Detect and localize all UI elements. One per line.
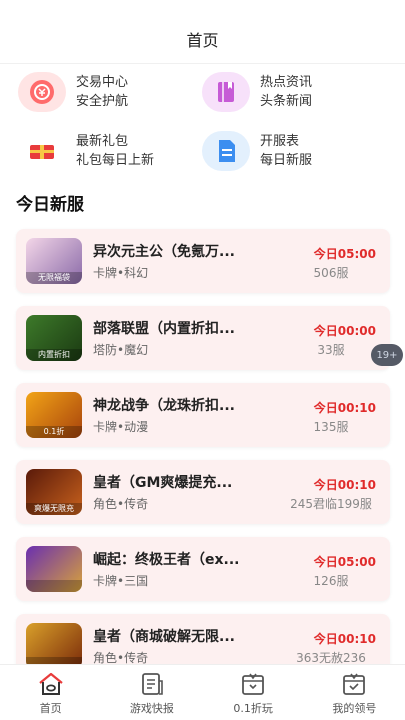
game-card[interactable]: 爽爆无限充 皇者（GM爽爆提充... 角色•传奇 今日00:10 245君临19… bbox=[16, 460, 390, 524]
tab-game-report[interactable]: 游戏快报 bbox=[101, 665, 202, 720]
quick-link-server-schedule[interactable]: 开服表 每日新服 bbox=[202, 131, 312, 171]
game-tags: 角色•传奇 bbox=[93, 497, 149, 511]
new-server-list: 无限福袋 异次元主公（免氪万... 卡牌•科幻 今日05:00 506服 内置折… bbox=[16, 229, 390, 691]
game-card[interactable]: 无限福袋 异次元主公（免氪万... 卡牌•科幻 今日05:00 506服 bbox=[16, 229, 390, 293]
server-name: 245君临199服 bbox=[290, 497, 372, 511]
report-icon bbox=[141, 673, 163, 695]
server-name: 135服 bbox=[313, 420, 349, 434]
home-icon bbox=[38, 672, 63, 695]
game-card[interactable]: 内置折扣 部落联盟（内置折扣... 塔防•魔幻 今日00:00 33服 bbox=[16, 306, 390, 370]
open-time: 今日05:00 bbox=[313, 247, 376, 261]
server-name: 126服 bbox=[313, 574, 349, 588]
floating-age-badge[interactable]: 19+ bbox=[371, 344, 403, 366]
game-name: 崛起：终极王者（ex... bbox=[93, 552, 240, 568]
news-icon bbox=[202, 72, 250, 112]
game-thumbnail bbox=[26, 623, 82, 669]
page-title: 首页 bbox=[186, 30, 219, 50]
game-thumbnail bbox=[26, 546, 82, 592]
quick-link-subtitle: 安全护航 bbox=[76, 94, 129, 109]
thumbnail-caption: 0.1折 bbox=[26, 426, 82, 438]
app-header: 首页 bbox=[0, 0, 405, 64]
trade-icon bbox=[18, 72, 66, 112]
quick-links: 交易中心 安全护航 热点资讯 头条新闻 最新礼包 礼包每日上新 开服表 每日新服 bbox=[0, 66, 405, 181]
claim-box-icon bbox=[343, 673, 366, 695]
game-name: 异次元主公（免氪万... bbox=[93, 244, 235, 260]
game-card[interactable]: 崛起：终极王者（ex... 卡牌•三国 今日05:00 126服 bbox=[16, 537, 390, 601]
game-thumbnail: 0.1折 bbox=[26, 392, 82, 438]
game-name: 皇者（商城破解无限... bbox=[93, 629, 235, 645]
tab-label: 首页 bbox=[39, 702, 62, 715]
game-tags: 塔防•魔幻 bbox=[93, 343, 149, 357]
quick-link-latest-gifts[interactable]: 最新礼包 礼包每日上新 bbox=[18, 131, 154, 171]
quick-link-subtitle: 礼包每日上新 bbox=[76, 153, 155, 168]
quick-link-title: 开服表 bbox=[260, 134, 300, 149]
game-tags: 卡牌•三国 bbox=[93, 574, 149, 588]
tab-label: 我的领号 bbox=[332, 702, 377, 715]
game-name: 皇者（GM爽爆提充... bbox=[93, 475, 233, 491]
open-time: 今日00:10 bbox=[313, 632, 376, 646]
thumbnail-caption: 爽爆无限充 bbox=[26, 503, 82, 515]
server-name: 33服 bbox=[317, 343, 345, 357]
game-name: 神龙战争（龙珠折扣... bbox=[93, 398, 235, 414]
game-thumbnail: 无限福袋 bbox=[26, 238, 82, 284]
game-thumbnail: 内置折扣 bbox=[26, 315, 82, 361]
section-title: 今日新服 bbox=[16, 195, 84, 215]
game-name: 部落联盟（内置折扣... bbox=[93, 321, 235, 337]
server-name: 506服 bbox=[313, 266, 349, 280]
quick-link-title: 最新礼包 bbox=[76, 134, 129, 149]
quick-link-subtitle: 每日新服 bbox=[260, 153, 313, 168]
game-thumbnail: 爽爆无限充 bbox=[26, 469, 82, 515]
tab-label: 0.1折玩 bbox=[233, 702, 273, 715]
thumbnail-caption: 内置折扣 bbox=[26, 349, 82, 361]
quick-link-title: 热点资讯 bbox=[260, 75, 313, 90]
quick-link-hot-news[interactable]: 热点资讯 头条新闻 bbox=[202, 72, 312, 112]
tab-discount-play[interactable]: 0.1折玩 bbox=[203, 665, 304, 720]
gift-icon bbox=[18, 131, 66, 171]
discount-box-icon bbox=[242, 673, 265, 695]
open-time: 今日05:00 bbox=[313, 555, 376, 569]
game-tags: 卡牌•动漫 bbox=[93, 420, 149, 434]
bottom-tab-bar: 首页 游戏快报 0.1折玩 我的领号 bbox=[0, 664, 405, 720]
quick-link-trade-center[interactable]: 交易中心 安全护航 bbox=[18, 72, 128, 112]
open-time: 今日00:00 bbox=[313, 324, 376, 338]
game-tags: 卡牌•科幻 bbox=[93, 266, 149, 280]
open-time: 今日00:10 bbox=[313, 478, 376, 492]
tab-my-claims[interactable]: 我的领号 bbox=[304, 665, 405, 720]
quick-link-subtitle: 头条新闻 bbox=[260, 94, 313, 109]
thumbnail-caption bbox=[26, 580, 82, 592]
game-card[interactable]: 0.1折 神龙战争（龙珠折扣... 卡牌•动漫 今日00:10 135服 bbox=[16, 383, 390, 447]
thumbnail-caption: 无限福袋 bbox=[26, 272, 82, 284]
tab-home[interactable]: 首页 bbox=[0, 665, 101, 720]
quick-link-title: 交易中心 bbox=[76, 75, 129, 90]
tab-label: 游戏快报 bbox=[129, 702, 174, 715]
schedule-icon bbox=[202, 131, 250, 171]
open-time: 今日00:10 bbox=[313, 401, 376, 415]
